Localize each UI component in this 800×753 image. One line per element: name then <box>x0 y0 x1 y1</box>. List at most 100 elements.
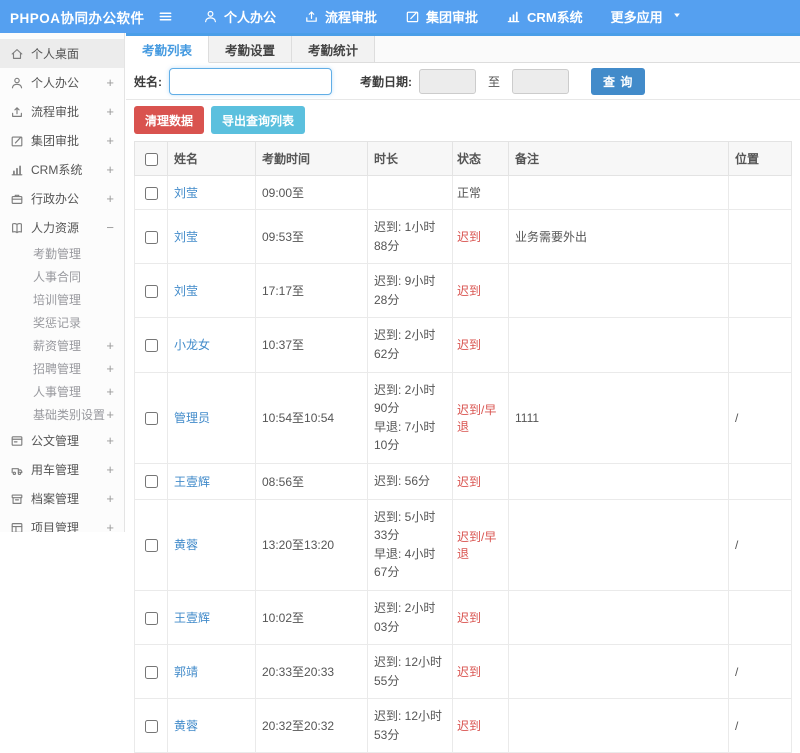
column-header: 位置 <box>729 142 792 176</box>
expand-toggle-icon[interactable]: + <box>106 520 114 532</box>
location-cell: / <box>729 372 792 463</box>
expand-toggle-icon[interactable]: + <box>106 338 114 353</box>
archive-icon <box>10 492 24 506</box>
sidebar-item-label: 用车管理 <box>31 461 79 478</box>
attendance-time-cell: 09:00至 <box>256 176 368 210</box>
sidebar-subitem[interactable]: 招聘管理 + <box>0 357 124 380</box>
sidebar-item[interactable]: 集团审批 + <box>0 126 124 155</box>
topnav-item[interactable]: 流程审批 <box>304 7 377 26</box>
expand-toggle-icon[interactable]: − <box>106 220 114 235</box>
row-checkbox[interactable] <box>145 231 158 244</box>
select-all-checkbox[interactable] <box>145 153 158 166</box>
row-select-cell <box>135 645 168 699</box>
status-badge: 迟到 <box>457 230 481 244</box>
sidebar-subitem[interactable]: 基础类别设置 + <box>0 403 124 426</box>
sidebar-subitem-label: 薪资管理 <box>33 337 81 354</box>
sidebar-item[interactable]: 用车管理 + <box>0 455 124 484</box>
table-row: 刘莹 09:53至 迟到: 1小时88分 迟到 业务需要外出 <box>135 210 792 264</box>
attendance-time-cell: 09:53至 <box>256 210 368 264</box>
duration-cell: 迟到: 2小时90分早退: 7小时10分 <box>368 372 453 463</box>
row-checkbox[interactable] <box>145 187 158 200</box>
sidebar-item[interactable]: 公文管理 + <box>0 426 124 455</box>
row-checkbox[interactable] <box>145 539 158 552</box>
employee-name-link[interactable]: 刘莹 <box>174 230 198 244</box>
action-bar: 清理数据 导出查询列表 <box>126 100 800 141</box>
sidebar-item[interactable]: 人力资源 − <box>0 213 124 242</box>
employee-name-link[interactable]: 刘莹 <box>174 186 198 200</box>
note-cell <box>509 264 729 318</box>
sidebar-item[interactable]: 行政办公 + <box>0 184 124 213</box>
name-filter-input[interactable] <box>169 68 332 95</box>
sidebar-item-label: 个人桌面 <box>31 45 79 62</box>
expand-toggle-icon[interactable]: + <box>106 104 114 119</box>
status-badge: 迟到 <box>457 719 481 733</box>
sidebar-subitem[interactable]: 人事合同 <box>0 265 124 288</box>
sidebar-item[interactable]: CRM系统 + <box>0 155 124 184</box>
expand-toggle-icon[interactable]: + <box>106 75 114 90</box>
clean-data-button[interactable]: 清理数据 <box>134 106 204 134</box>
expand-toggle-icon[interactable]: + <box>106 433 114 448</box>
expand-toggle-icon[interactable]: + <box>106 133 114 148</box>
attendance-time-cell: 20:33至20:33 <box>256 645 368 699</box>
date-to-input[interactable] <box>512 69 569 94</box>
location-cell <box>729 210 792 264</box>
row-select-cell <box>135 264 168 318</box>
employee-name-link[interactable]: 刘莹 <box>174 284 198 298</box>
topnav-item[interactable]: 个人办公 <box>203 7 276 26</box>
sidebar-item-label: 行政办公 <box>31 190 79 207</box>
sidebar-item[interactable]: 个人办公 + <box>0 68 124 97</box>
sidebar-subitem[interactable]: 考勤管理 <box>0 242 124 265</box>
sidebar-item-label: 公文管理 <box>31 432 79 449</box>
employee-name-link[interactable]: 小龙女 <box>174 338 210 352</box>
sidebar-subitem[interactable]: 培训管理 <box>0 288 124 311</box>
expand-toggle-icon[interactable]: + <box>106 407 114 422</box>
tab-0[interactable]: 考勤列表 <box>126 36 209 63</box>
row-checkbox[interactable] <box>145 339 158 352</box>
table-row: 刘莹 09:00至 正常 <box>135 176 792 210</box>
sidebar-subitem[interactable]: 人事管理 + <box>0 380 124 403</box>
tab-2[interactable]: 考勤统计 <box>292 36 375 62</box>
table-header-row: 姓名考勤时间时长状态备注位置 <box>135 142 792 176</box>
row-checkbox[interactable] <box>145 412 158 425</box>
sidebar-item-label: 档案管理 <box>31 490 79 507</box>
expand-toggle-icon[interactable]: + <box>106 162 114 177</box>
topnav-item[interactable]: CRM系统 <box>506 7 583 26</box>
expand-toggle-icon[interactable]: + <box>106 191 114 206</box>
duration-line: 迟到: 2小时90分 <box>374 381 446 418</box>
row-checkbox[interactable] <box>145 720 158 733</box>
employee-name-link[interactable]: 管理员 <box>174 411 210 425</box>
search-button[interactable]: 查 询 <box>591 68 645 95</box>
topnav-item[interactable]: 更多应用 <box>611 7 683 26</box>
employee-name-link[interactable]: 王壹辉 <box>174 611 210 625</box>
date-from-input[interactable] <box>419 69 476 94</box>
sidebar-item-label: 流程审批 <box>31 103 79 120</box>
location-cell <box>729 264 792 318</box>
employee-name-link[interactable]: 王壹辉 <box>174 475 210 489</box>
sidebar-item[interactable]: 流程审批 + <box>0 97 124 126</box>
employee-name-link[interactable]: 郭靖 <box>174 665 198 679</box>
expand-toggle-icon[interactable]: + <box>106 462 114 477</box>
status-badge: 迟到/早退 <box>457 403 496 434</box>
sidebar-item[interactable]: 档案管理 + <box>0 484 124 513</box>
expand-toggle-icon[interactable]: + <box>106 491 114 506</box>
row-checkbox[interactable] <box>145 285 158 298</box>
export-list-button[interactable]: 导出查询列表 <box>211 106 305 134</box>
duration-line: 早退: 7小时10分 <box>374 418 446 455</box>
expand-toggle-icon[interactable]: + <box>106 384 114 399</box>
row-checkbox[interactable] <box>145 612 158 625</box>
employee-name-link[interactable]: 黄蓉 <box>174 719 198 733</box>
sidebar-subitem[interactable]: 薪资管理 + <box>0 334 124 357</box>
row-checkbox[interactable] <box>145 475 158 488</box>
edit-icon <box>405 9 420 24</box>
sidebar-item[interactable]: 个人桌面 <box>0 39 124 68</box>
topnav-item[interactable]: 集团审批 <box>405 7 478 26</box>
sidebar-item[interactable]: 项目管理 + <box>0 513 124 532</box>
home-icon <box>10 47 24 61</box>
tab-1[interactable]: 考勤设置 <box>209 36 292 62</box>
hamburger-menu-button[interactable] <box>158 9 173 24</box>
expand-toggle-icon[interactable]: + <box>106 361 114 376</box>
attendance-table: 姓名考勤时间时长状态备注位置 刘莹 09:00至 正常 刘莹 09:53至 迟到… <box>134 141 792 753</box>
row-checkbox[interactable] <box>145 666 158 679</box>
employee-name-link[interactable]: 黄蓉 <box>174 538 198 552</box>
sidebar-subitem[interactable]: 奖惩记录 <box>0 311 124 334</box>
